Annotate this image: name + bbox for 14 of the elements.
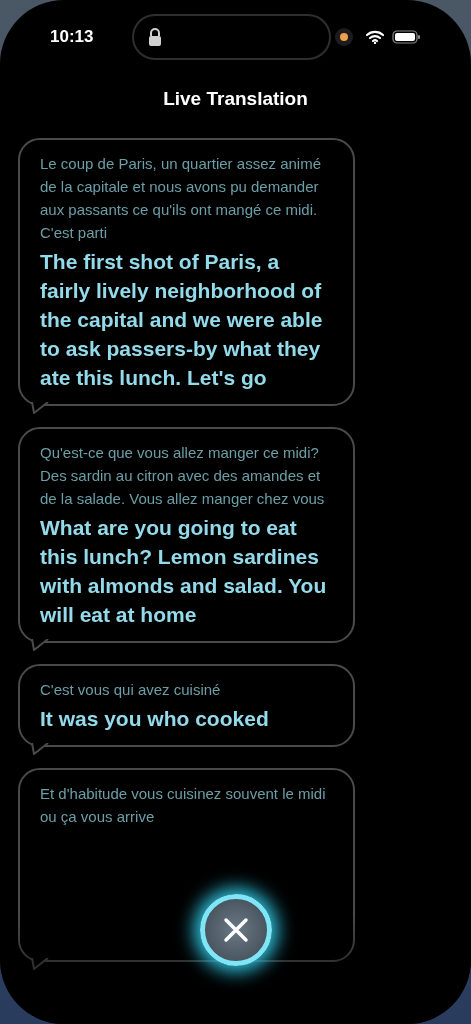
status-time: 10:13 — [50, 26, 95, 49]
source-text: Qu'est-ce que vous allez manger ce midi? Des sardin au citron avec des amandes et de la salade. Vous allez manger chez vous — [40, 442, 326, 509]
translation-text: The first shot of Paris, a fairly lively neighborhood of the capital and we were able to ask passers-by what they ate this lunch. Let's go — [40, 248, 324, 391]
source-text: Et d'habitude vous cuisinez souvent le midi ou ça vous arrive — [40, 783, 327, 827]
screen-title: Live Translation — [162, 87, 309, 111]
source-text: Le coup de Paris, un quartier assez animé de la capitale et nous avons pu demander aux passants ce qu'ils ont mangé ce midi. C'est parti — [40, 153, 322, 243]
translation-text: What are you going to eat this lunch? Lemon sardines with almonds and salad. You will eat at home — [40, 514, 328, 628]
source-text: C'est vous qui avez cuisiné — [40, 679, 222, 700]
close-icon — [223, 917, 249, 943]
translation-text: It was you who cooked — [40, 705, 270, 732]
battery-icon — [392, 30, 421, 44]
lock-icon — [148, 28, 162, 46]
recording-indicator-icon — [335, 28, 353, 46]
wifi-icon — [366, 30, 384, 44]
